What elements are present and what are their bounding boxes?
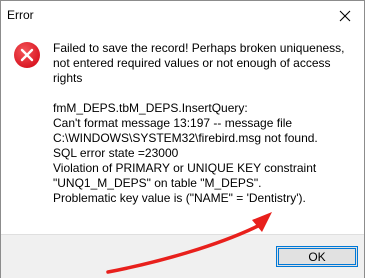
message-summary-line: not entered required values or not enoug… <box>53 56 331 70</box>
message-spacer <box>53 86 353 101</box>
ok-button[interactable]: OK <box>276 246 358 267</box>
close-icon <box>339 10 351 22</box>
message-detail-line: fmM_DEPS.tbM_DEPS.InsertQuery: <box>53 101 248 115</box>
message-detail-line: Problematic key value is ("NAME" = 'Dent… <box>53 191 306 205</box>
message-detail-line: "UNQ1_M_DEPS" on table "M_DEPS". <box>53 176 262 190</box>
message-detail-line: Violation of PRIMARY or UNIQUE KEY const… <box>53 161 317 175</box>
message-summary-line: rights <box>53 71 83 85</box>
error-dialog: Error Failed to save the record! Perhaps… <box>0 0 365 278</box>
error-icon <box>14 42 40 68</box>
window-title: Error <box>7 8 34 22</box>
message-detail-line: SQL error state =23000 <box>53 146 179 160</box>
dialog-content: Failed to save the record! Perhaps broke… <box>1 31 364 234</box>
title-bar[interactable]: Error <box>1 1 364 31</box>
dialog-footer: OK <box>1 234 364 278</box>
close-button[interactable] <box>332 3 358 29</box>
error-message: Failed to save the record! Perhaps broke… <box>53 41 353 206</box>
message-summary-line: Failed to save the record! Perhaps broke… <box>53 41 345 55</box>
message-detail-line: C:\WINDOWS\SYSTEM32\firebird.msg not fou… <box>53 131 318 145</box>
message-detail-line: Can't format message 13:197 -- message f… <box>53 116 293 130</box>
